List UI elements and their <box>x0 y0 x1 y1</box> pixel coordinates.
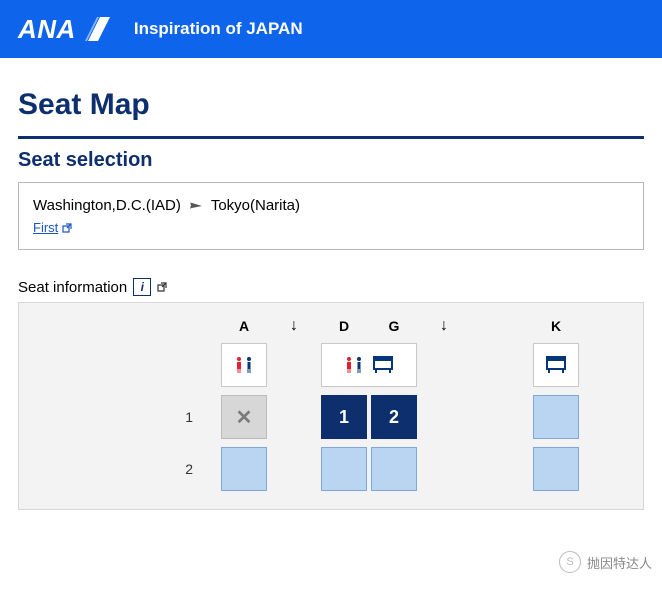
plane-icon <box>189 199 203 213</box>
divider <box>18 136 644 139</box>
route-line: Washington,D.C.(IAD) Tokyo(Narita) <box>33 197 629 214</box>
external-link-icon <box>62 223 72 233</box>
brand-logo[interactable]: ANA <box>18 14 116 45</box>
row-label-1: 1 <box>185 409 219 425</box>
cabin-link[interactable]: First <box>33 220 72 235</box>
seat-1K[interactable] <box>533 395 579 439</box>
origin-text: Washington,D.C.(IAD) <box>33 197 181 214</box>
col-label-A: A <box>239 318 249 334</box>
seat-information-link[interactable]: Seat information i <box>18 278 644 296</box>
brand-name: ANA <box>18 14 76 45</box>
lavatory-galley-icon <box>321 343 417 387</box>
seat-2A[interactable] <box>221 447 267 491</box>
galley-icon <box>533 343 579 387</box>
aisle-arrow-icon: ↓ <box>290 317 298 335</box>
col-label-K: K <box>551 318 561 334</box>
info-icon: i <box>133 278 151 296</box>
watermark: S 抛因特达人 <box>559 551 652 573</box>
watermark-icon: S <box>559 551 581 573</box>
top-bar: ANA Inspiration of JAPAN <box>0 0 662 58</box>
cabin-label: First <box>33 220 58 235</box>
brand-swoosh-icon <box>82 15 116 43</box>
page-title: Seat Map <box>18 88 644 122</box>
seat-2D[interactable] <box>321 447 367 491</box>
watermark-text: 抛因特达人 <box>587 553 652 572</box>
seat-1D-selected[interactable]: 1 <box>321 395 367 439</box>
seat-2G[interactable] <box>371 447 417 491</box>
destination-text: Tokyo(Narita) <box>211 197 300 214</box>
seat-info-label: Seat information <box>18 279 127 296</box>
seat-map-panel: A ↓ D G ↓ K <box>18 302 644 510</box>
row-label-2: 2 <box>185 461 219 477</box>
lavatory-icon <box>221 343 267 387</box>
seat-1G-selected[interactable]: 2 <box>371 395 417 439</box>
col-label-D: D <box>339 318 349 334</box>
aisle-arrow-icon: ↓ <box>440 317 448 335</box>
brand-tagline: Inspiration of JAPAN <box>134 19 303 39</box>
route-card: Washington,D.C.(IAD) Tokyo(Narita) First <box>18 182 644 250</box>
external-link-icon <box>157 282 167 292</box>
col-label-G: G <box>389 318 400 334</box>
seat-selection-heading: Seat selection <box>18 149 644 172</box>
seat-1A-unavailable: ✕ <box>221 395 267 439</box>
seat-2K[interactable] <box>533 447 579 491</box>
